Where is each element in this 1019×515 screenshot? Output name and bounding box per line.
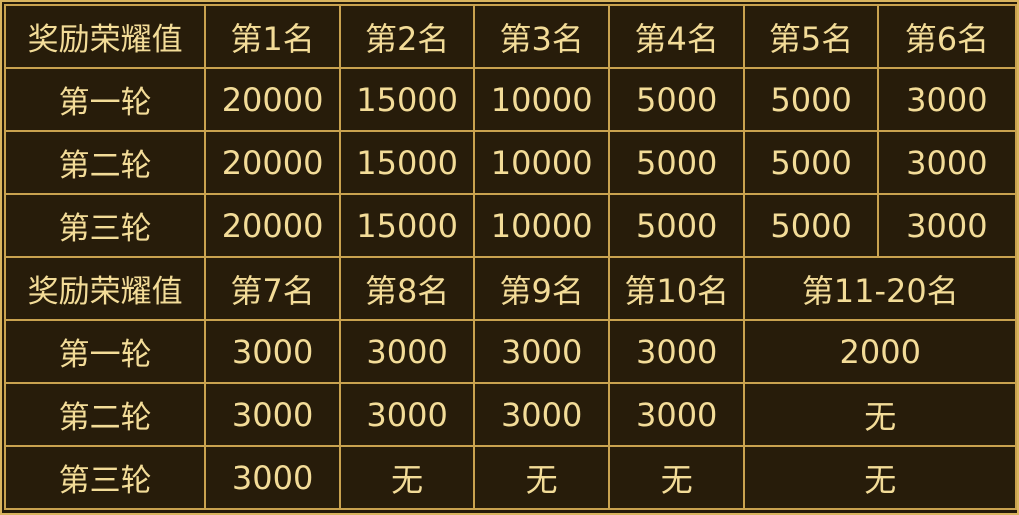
rank-9-header: 第9名 <box>473 256 610 321</box>
reward-cell: 无 <box>743 382 1017 447</box>
reward-cell: 无 <box>473 445 610 510</box>
reward-cell: 10000 <box>473 130 610 195</box>
reward-cell: 无 <box>607 445 746 510</box>
section2-header-row: 奖励荣耀值 第7名 第8名 第9名 第10名 第11-20名 <box>3 256 1017 321</box>
reward-cell: 5000 <box>743 67 879 132</box>
reward-cell: 5000 <box>607 67 746 132</box>
reward-cell: 无 <box>743 445 1017 510</box>
reward-cell: 3000 <box>204 319 341 384</box>
reward-cell: 5000 <box>743 130 879 195</box>
reward-cell: 20000 <box>204 130 341 195</box>
rank-3-header: 第3名 <box>473 4 610 69</box>
rank-2-header: 第2名 <box>338 4 476 69</box>
section1-row-round-1: 第一轮 20000 15000 10000 5000 5000 3000 <box>3 67 1018 132</box>
reward-cell: 3000 <box>607 382 746 447</box>
section2-row-round-1: 第一轮 3000 3000 3000 3000 2000 <box>3 319 1017 384</box>
round-label: 第一轮 <box>3 67 207 132</box>
reward-cell: 15000 <box>338 193 476 258</box>
reward-cell: 5000 <box>607 130 746 195</box>
reward-cell: 20000 <box>204 193 341 258</box>
reward-cell: 10000 <box>473 193 610 258</box>
reward-table-panel: 奖励荣耀值 第1名 第2名 第3名 第4名 第5名 第6名 第一轮 20000 … <box>0 0 1019 515</box>
reward-cell: 无 <box>338 445 476 510</box>
reward-cell: 3000 <box>338 382 476 447</box>
round-label: 第二轮 <box>3 130 207 195</box>
section1-row-round-2: 第二轮 20000 15000 10000 5000 5000 3000 <box>3 130 1018 195</box>
reward-cell: 5000 <box>743 193 879 258</box>
section1-header-row: 奖励荣耀值 第1名 第2名 第3名 第4名 第5名 第6名 <box>3 4 1018 69</box>
section2-row-round-2: 第二轮 3000 3000 3000 3000 无 <box>3 382 1017 447</box>
section1-header-label: 奖励荣耀值 <box>3 4 207 69</box>
reward-cell: 15000 <box>338 130 476 195</box>
reward-cell: 3000 <box>607 319 746 384</box>
reward-cell: 10000 <box>473 67 610 132</box>
reward-cell: 2000 <box>743 319 1017 384</box>
reward-cell: 15000 <box>338 67 476 132</box>
rank-6-header: 第6名 <box>876 4 1018 69</box>
reward-cell: 3000 <box>204 445 341 510</box>
round-label: 第二轮 <box>3 382 207 447</box>
rank-5-header: 第5名 <box>743 4 879 69</box>
section2-row-round-3: 第三轮 3000 无 无 无 无 <box>3 445 1017 510</box>
rank-11-20-header: 第11-20名 <box>743 256 1017 321</box>
honor-reward-table: 奖励荣耀值 第1名 第2名 第3名 第4名 第5名 第6名 第一轮 20000 … <box>3 4 1018 510</box>
rank-1-header: 第1名 <box>204 4 341 69</box>
rank-4-header: 第4名 <box>607 4 746 69</box>
reward-cell: 3000 <box>876 67 1018 132</box>
reward-cell: 3000 <box>876 193 1018 258</box>
reward-cell: 3000 <box>473 382 610 447</box>
reward-cell: 3000 <box>338 319 476 384</box>
section2-header-label: 奖励荣耀值 <box>3 256 207 321</box>
reward-cell: 5000 <box>607 193 746 258</box>
round-label: 第一轮 <box>3 319 207 384</box>
round-label: 第三轮 <box>3 193 207 258</box>
round-label: 第三轮 <box>3 445 207 510</box>
rank-10-header: 第10名 <box>607 256 746 321</box>
rank-7-header: 第7名 <box>204 256 341 321</box>
reward-cell: 20000 <box>204 67 341 132</box>
reward-cell: 3000 <box>204 382 341 447</box>
reward-cell: 3000 <box>473 319 610 384</box>
reward-cell: 3000 <box>876 130 1018 195</box>
section1-row-round-3: 第三轮 20000 15000 10000 5000 5000 3000 <box>3 193 1018 258</box>
rank-8-header: 第8名 <box>338 256 476 321</box>
